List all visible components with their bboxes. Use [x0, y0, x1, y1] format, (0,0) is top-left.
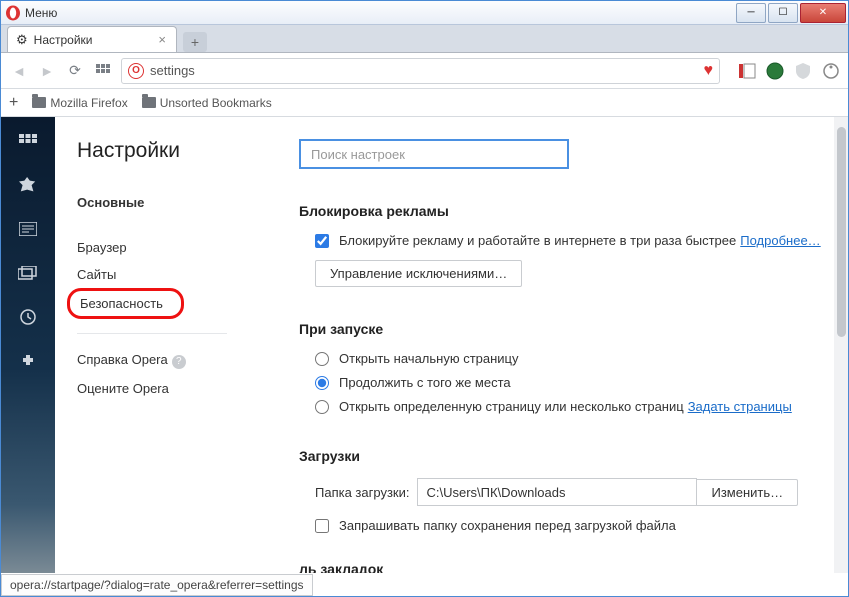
- sidebar-item-browser[interactable]: Браузер: [77, 234, 291, 261]
- adblock-more-link[interactable]: Подробнее…: [740, 233, 820, 248]
- left-rail: [1, 117, 55, 573]
- extensions-icon[interactable]: [822, 62, 840, 80]
- set-pages-link[interactable]: Задать страницы: [688, 399, 792, 414]
- change-folder-button[interactable]: Изменить…: [697, 479, 798, 506]
- settings-sidebar: Настройки Основные Браузер Сайты Безопас…: [55, 117, 291, 573]
- page-title: Настройки: [77, 139, 291, 163]
- help-icon: ?: [172, 355, 186, 369]
- vpn-globe-icon[interactable]: [766, 62, 784, 80]
- startup-radio-specific[interactable]: [315, 400, 329, 414]
- status-text: opera://startpage/?dialog=rate_opera&ref…: [10, 578, 304, 592]
- close-button[interactable]: ✕: [800, 3, 846, 23]
- gear-icon: ⚙: [16, 32, 28, 48]
- rail-tabs-icon[interactable]: [16, 263, 40, 283]
- rail-bookmarks-icon[interactable]: [16, 175, 40, 195]
- rail-news-icon[interactable]: [16, 219, 40, 239]
- adblock-checkbox[interactable]: [315, 234, 329, 248]
- sidebar-item-websites[interactable]: Сайты: [77, 261, 291, 288]
- maximize-button[interactable]: ☐: [768, 3, 798, 23]
- address-bar[interactable]: O ♥: [121, 58, 720, 84]
- back-button[interactable]: ◄: [9, 61, 29, 81]
- section-startup: При запуске Открыть начальную страницу П…: [299, 321, 824, 414]
- bookmark-folder[interactable]: Unsorted Bookmarks: [142, 96, 272, 110]
- section-adblock: Блокировка рекламы Блокируйте рекламу и …: [299, 203, 824, 287]
- ask-folder-label: Запрашивать папку сохранения перед загру…: [339, 518, 676, 533]
- radio-label: Открыть определенную страницу или нескол…: [339, 399, 684, 414]
- scrollbar-thumb[interactable]: [837, 127, 846, 337]
- folder-label: Unsorted Bookmarks: [160, 96, 272, 110]
- help-label: Справка Opera: [77, 352, 168, 367]
- section-title: Блокировка рекламы: [299, 203, 824, 219]
- tab-settings[interactable]: ⚙ Настройки ×: [7, 26, 177, 52]
- folder-icon: [142, 97, 156, 108]
- rail-extensions-icon[interactable]: [16, 351, 40, 371]
- opera-badge-icon: O: [128, 63, 144, 79]
- startup-radio-home[interactable]: [315, 352, 329, 366]
- opera-logo-icon: [5, 5, 21, 21]
- section-downloads: Загрузки Папка загрузки: Изменить… Запра…: [299, 448, 824, 533]
- navigation-toolbar: ◄ ► ⟳ O ♥: [1, 53, 848, 89]
- sidebar-item-general[interactable]: Основные: [77, 189, 291, 216]
- radio-label: Открыть начальную страницу: [339, 351, 519, 366]
- new-tab-button[interactable]: +: [183, 32, 207, 52]
- shield-icon[interactable]: [794, 62, 812, 80]
- ask-folder-checkbox[interactable]: [315, 519, 329, 533]
- vertical-scrollbar[interactable]: [834, 117, 848, 573]
- speed-dial-icon[interactable]: [93, 61, 113, 81]
- main-area: Настройки Основные Браузер Сайты Безопас…: [1, 117, 848, 573]
- rail-speeddial-icon[interactable]: [16, 131, 40, 151]
- settings-search-input[interactable]: [299, 139, 569, 169]
- folder-icon: [32, 97, 46, 108]
- tab-title: Настройки: [34, 33, 93, 47]
- sidebar-item-rate[interactable]: Оцените Opera: [77, 375, 291, 402]
- forward-button[interactable]: ►: [37, 61, 57, 81]
- bookmark-folder[interactable]: Mozilla Firefox: [32, 96, 127, 110]
- section-title: При запуске: [299, 321, 824, 337]
- download-folder-label: Папка загрузки:: [315, 485, 409, 500]
- tab-close-icon[interactable]: ×: [156, 32, 168, 47]
- sidebar-item-help[interactable]: Справка Opera?: [77, 346, 291, 375]
- rail-history-icon[interactable]: [16, 307, 40, 327]
- tab-strip: ⚙ Настройки × +: [1, 25, 848, 53]
- menu-label[interactable]: Меню: [25, 6, 57, 20]
- reload-button[interactable]: ⟳: [65, 61, 85, 81]
- add-bookmark-button[interactable]: +: [9, 94, 18, 112]
- status-bar: opera://startpage/?dialog=rate_opera&ref…: [1, 574, 313, 596]
- url-input[interactable]: [150, 63, 698, 78]
- divider: [77, 333, 227, 334]
- sidebar-toggle-icon[interactable]: [738, 62, 756, 80]
- settings-content: Блокировка рекламы Блокируйте рекламу и …: [291, 117, 848, 573]
- download-folder-input[interactable]: [417, 478, 697, 506]
- folder-label: Mozilla Firefox: [50, 96, 127, 110]
- bookmark-bar: + Mozilla Firefox Unsorted Bookmarks: [1, 89, 848, 117]
- minimize-button[interactable]: ─: [736, 3, 766, 23]
- section-title: Загрузки: [299, 448, 824, 464]
- radio-label: Продолжить с того же места: [339, 375, 511, 390]
- adblock-label: Блокируйте рекламу и работайте в интерне…: [339, 233, 736, 248]
- section-title-partial: ль закладок: [299, 561, 824, 573]
- sidebar-item-security[interactable]: Безопасность: [67, 288, 184, 319]
- window-titlebar: Меню ─ ☐ ✕: [1, 1, 848, 25]
- bookmark-heart-icon[interactable]: ♥: [704, 62, 714, 80]
- manage-exceptions-button[interactable]: Управление исключениями…: [315, 260, 522, 287]
- startup-radio-continue[interactable]: [315, 376, 329, 390]
